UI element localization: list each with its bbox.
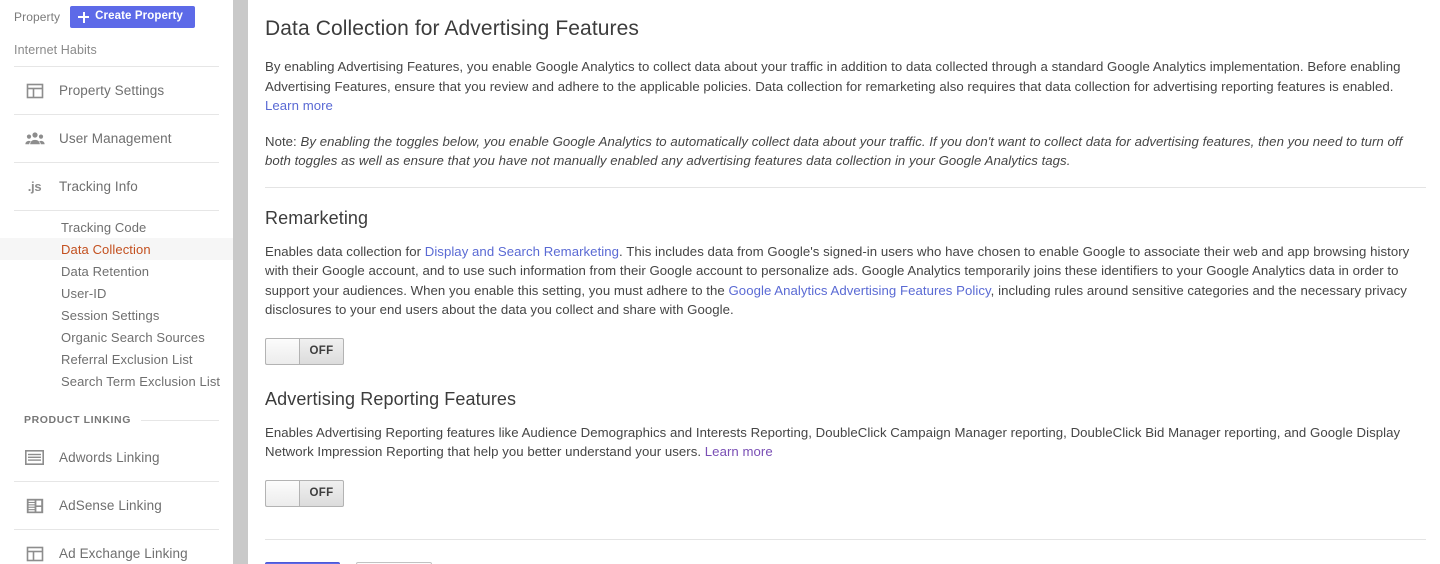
note-paragraph: Note: By enabling the toggles below, you…	[265, 132, 1426, 171]
advertising-features-policy-link[interactable]: Google Analytics Advertising Features Po…	[729, 283, 991, 298]
people-group-icon	[24, 128, 45, 149]
layout-panel-icon	[24, 543, 45, 564]
advertising-reporting-learn-more-link[interactable]: Learn more	[705, 444, 773, 459]
sidebar-item-adwords-linking[interactable]: Adwords Linking	[0, 434, 233, 481]
intro-learn-more-link[interactable]: Learn more	[265, 98, 333, 113]
note-body: By enabling the toggles below, you enabl…	[265, 133, 1403, 169]
subnav-item-tracking-code[interactable]: Tracking Code	[0, 216, 233, 238]
remarketing-toggle-state: OFF	[309, 345, 334, 357]
sidebar-item-tracking-info[interactable]: .js Tracking Info	[0, 163, 233, 210]
property-name: Internet Habits	[14, 43, 97, 57]
product-linking-label: PRODUCT LINKING	[24, 414, 131, 426]
section-divider	[265, 186, 1426, 188]
subnav-item-data-collection[interactable]: Data Collection	[0, 238, 233, 260]
layout-panel-icon	[24, 80, 45, 101]
sidebar-item-adsense-linking[interactable]: AdSense Linking	[0, 482, 233, 529]
display-search-remarketing-link[interactable]: Display and Search Remarketing	[425, 244, 619, 259]
subnav-item-organic-search-sources[interactable]: Organic Search Sources	[0, 326, 233, 348]
admin-sidebar: Property Create Property Internet Habits…	[0, 0, 233, 564]
content-gutter	[248, 0, 265, 564]
subnav-item-search-term-exclusion-list[interactable]: Search Term Exclusion List	[0, 370, 233, 392]
intro-text: By enabling Advertising Features, you en…	[265, 59, 1401, 94]
page-title: Data Collection for Advertising Features	[265, 17, 640, 40]
toggle-knob	[266, 480, 300, 506]
tracking-info-subnav: Tracking Code Data Collection Data Reten…	[0, 211, 233, 400]
remarketing-toggle[interactable]: OFF	[265, 337, 344, 365]
sidebar-item-user-management[interactable]: User Management	[0, 115, 233, 162]
subnav-item-referral-exclusion-list[interactable]: Referral Exclusion List	[0, 348, 233, 370]
sidebar-item-label: Tracking Info	[59, 179, 138, 194]
analytics-admin-page: Property Create Property Internet Habits…	[0, 0, 1440, 564]
advertising-reporting-toggle-state: OFF	[309, 487, 334, 499]
sidebar-item-property-settings[interactable]: Property Settings	[0, 67, 233, 114]
sidebar-item-label: Ad Exchange Linking	[59, 546, 188, 561]
sidebar-item-label: AdSense Linking	[59, 498, 162, 513]
remarketing-title: Remarketing	[265, 207, 369, 228]
main-content: Data Collection for Advertising Features…	[265, 0, 1440, 564]
toggle-knob	[266, 338, 300, 364]
section-rule	[141, 419, 219, 421]
vertical-scrollbar[interactable]	[233, 0, 248, 564]
subnav-item-user-id[interactable]: User-ID	[0, 282, 233, 304]
adwords-lines-icon	[24, 447, 45, 468]
sidebar-header: Property Create Property	[0, 0, 233, 34]
create-property-button[interactable]: Create Property	[70, 6, 195, 28]
product-linking-header: PRODUCT LINKING	[0, 400, 233, 434]
subnav-item-data-retention[interactable]: Data Retention	[0, 260, 233, 282]
advertising-reporting-toggle[interactable]: OFF	[265, 479, 344, 507]
property-column-label: Property	[14, 10, 61, 24]
sidebar-item-ad-exchange-linking[interactable]: Ad Exchange Linking	[0, 530, 233, 564]
advertising-reporting-text-1: Enables Advertising Reporting features l…	[265, 424, 1401, 460]
advertising-reporting-description: Enables Advertising Reporting features l…	[265, 423, 1426, 462]
remarketing-text-1: Enables data collection for	[265, 243, 425, 259]
plus-icon	[78, 11, 90, 23]
actions-divider	[265, 538, 1426, 540]
advertising-reporting-title: Advertising Reporting Features	[265, 388, 517, 409]
create-property-label: Create Property	[95, 10, 183, 23]
js-icon: .js	[27, 179, 42, 194]
adsense-columns-icon	[24, 495, 45, 516]
note-prefix: Note:	[265, 133, 301, 149]
sidebar-item-label: Property Settings	[59, 83, 165, 98]
subnav-item-session-settings[interactable]: Session Settings	[0, 304, 233, 326]
sidebar-item-label: User Management	[59, 131, 172, 146]
remarketing-description: Enables data collection for Display and …	[265, 242, 1426, 320]
sidebar-item-label: Adwords Linking	[59, 450, 160, 465]
intro-paragraph: By enabling Advertising Features, you en…	[265, 57, 1426, 116]
